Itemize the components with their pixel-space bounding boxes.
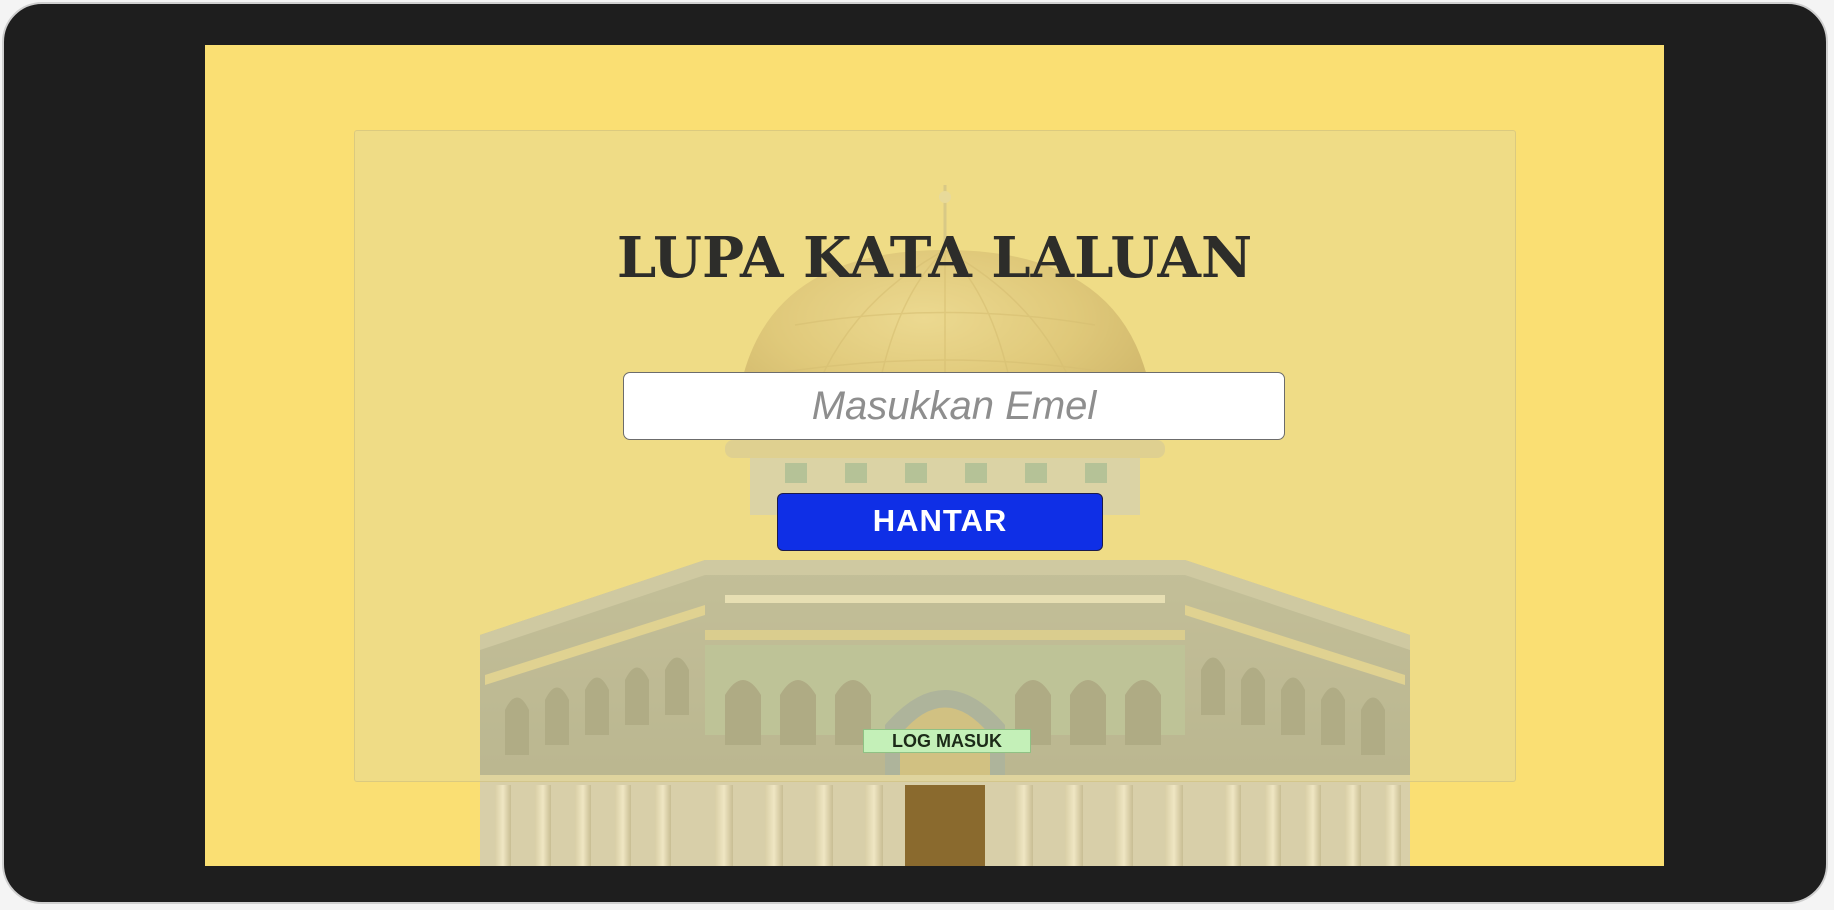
page-title: LUPA KATA LALUAN [616, 225, 1253, 291]
app-screen: LUPA KATA LALUAN HANTAR LOG MASUK [205, 45, 1664, 866]
device-frame: LUPA KATA LALUAN HANTAR LOG MASUK [2, 2, 1828, 904]
login-button[interactable]: LOG MASUK [863, 729, 1031, 753]
email-field[interactable] [623, 372, 1285, 440]
submit-button[interactable]: HANTAR [777, 493, 1103, 551]
